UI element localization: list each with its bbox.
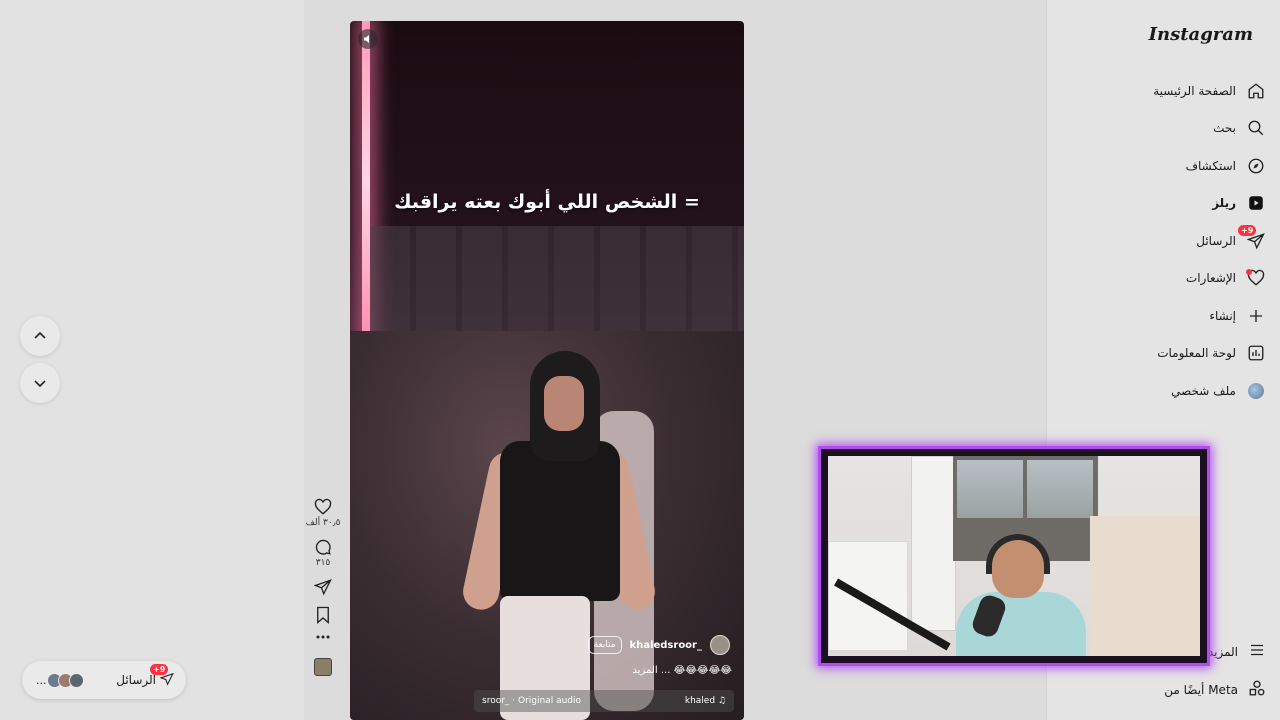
message-avatars: ... bbox=[36, 672, 84, 688]
reels-icon bbox=[1246, 193, 1266, 213]
sidebar-item-meta[interactable]: أيضًا من Meta bbox=[1164, 679, 1266, 700]
instagram-logo[interactable]: Instagram bbox=[1149, 24, 1253, 45]
heart-icon bbox=[314, 498, 332, 515]
sidebar-item-profile[interactable]: ملف شخصي bbox=[1046, 372, 1266, 410]
sidebar-item-search[interactable]: بحث bbox=[1046, 110, 1266, 148]
window-pane bbox=[957, 460, 1023, 518]
compass-icon bbox=[1246, 156, 1266, 176]
chevron-up-icon bbox=[34, 331, 46, 339]
man-face bbox=[544, 376, 584, 431]
like-count: ٣٠٫٥ ألف bbox=[305, 518, 341, 528]
sidebar-item-label: ملف شخصي bbox=[1171, 383, 1236, 398]
sidebar-item-reels[interactable]: ريلز bbox=[1046, 185, 1266, 223]
sidebar-nav: الصفحة الرئيسية بحث استكشاف ريلز الرسائل… bbox=[1046, 72, 1266, 410]
sidebar-item-dashboard[interactable]: لوحة المعلومات bbox=[1046, 335, 1266, 373]
sidebar-item-notifications[interactable]: الإشعارات bbox=[1046, 260, 1266, 298]
menu-icon bbox=[1248, 641, 1266, 662]
messages-pill-badge: +9 bbox=[150, 663, 169, 675]
bed bbox=[1090, 516, 1200, 656]
sound-icon[interactable] bbox=[358, 29, 378, 49]
reel-username[interactable]: khaledsroor_ bbox=[630, 640, 702, 651]
window-pane bbox=[1027, 460, 1093, 518]
webcam-feed bbox=[828, 456, 1200, 656]
save-action[interactable] bbox=[315, 606, 331, 624]
sidebar-item-create[interactable]: إنشاء bbox=[1046, 297, 1266, 335]
webcam-overlay bbox=[818, 446, 1210, 666]
sidebar-item-label: بحث bbox=[1213, 121, 1236, 136]
sidebar-item-home[interactable]: الصفحة الرئيسية bbox=[1046, 72, 1266, 110]
plus-icon bbox=[1246, 306, 1266, 326]
background-building bbox=[370, 226, 744, 346]
profile-avatar bbox=[1246, 381, 1266, 401]
more-action[interactable] bbox=[315, 634, 331, 640]
messages-pill-text: الرسائل bbox=[116, 673, 156, 687]
left-gutter bbox=[0, 0, 304, 720]
reel-video[interactable]: = الشخص اللي أبوك بعته يراقبك متابعة kha… bbox=[350, 21, 744, 720]
avatar bbox=[68, 672, 84, 688]
audio-bar[interactable]: sroor_ · Original audio khaled ♫ bbox=[474, 690, 734, 712]
wardrobe bbox=[911, 456, 956, 631]
sidebar-item-label: الرسائل bbox=[1196, 233, 1236, 248]
sidebar-item-label: أيضًا من Meta bbox=[1164, 682, 1238, 697]
bookmark-icon bbox=[317, 606, 329, 624]
previous-reel-button[interactable] bbox=[20, 316, 60, 356]
more-icon bbox=[316, 635, 330, 639]
messages-icon: +9 bbox=[1238, 224, 1266, 251]
sidebar-item-label: لوحة المعلومات bbox=[1157, 346, 1236, 361]
sidebar-item-messages[interactable]: الرسائل +9 bbox=[1046, 222, 1266, 260]
next-reel-button[interactable] bbox=[20, 363, 60, 403]
messages-icon-wrap: +9 bbox=[150, 663, 174, 689]
dashboard-icon bbox=[1246, 343, 1266, 363]
sidebar-item-label: استكشاف bbox=[1185, 158, 1236, 173]
chevron-down-icon bbox=[34, 380, 46, 388]
owner-avatar[interactable] bbox=[710, 635, 730, 655]
audio-thumbnail[interactable] bbox=[314, 658, 332, 676]
audio-title: sroor_ · Original audio bbox=[482, 696, 582, 706]
streamer bbox=[956, 534, 1086, 656]
sidebar-item-label: ريلز bbox=[1212, 196, 1236, 211]
sidebar-item-label: الإشعارات bbox=[1185, 271, 1236, 286]
sidebar-item-explore[interactable]: استكشاف bbox=[1046, 147, 1266, 185]
messages-pill-label: الرسائل +9 bbox=[116, 663, 174, 689]
more-indicator: ... bbox=[36, 673, 47, 687]
messages-badge: +9 bbox=[1238, 224, 1257, 236]
share-action[interactable] bbox=[314, 578, 332, 596]
sidebar-item-more[interactable]: المزيد bbox=[1208, 641, 1266, 662]
light-pole bbox=[362, 21, 370, 341]
messages-pill[interactable]: ... الرسائل +9 bbox=[22, 661, 186, 699]
comment-action[interactable]: ٣١٥ bbox=[314, 538, 332, 568]
search-icon bbox=[1246, 118, 1266, 138]
heart-icon bbox=[1246, 268, 1266, 288]
follow-button[interactable]: متابعة bbox=[587, 636, 622, 654]
send-icon bbox=[314, 579, 332, 596]
reel-actions: ٣٠٫٥ ألف ٣١٥ bbox=[304, 498, 342, 676]
sidebar-item-label: المزيد bbox=[1207, 644, 1238, 659]
reel-caption[interactable]: 😂😂😂😂😂 ... المزيد bbox=[633, 665, 732, 676]
comment-count: ٣١٥ bbox=[315, 558, 331, 568]
like-action[interactable]: ٣٠٫٥ ألف bbox=[305, 498, 341, 528]
audio-artist: khaled ♫ bbox=[684, 696, 726, 706]
reel-owner: متابعة khaledsroor_ bbox=[587, 635, 730, 655]
headphones bbox=[986, 534, 1050, 574]
comment-icon bbox=[315, 539, 331, 555]
sidebar-item-label: إنشاء bbox=[1209, 308, 1236, 323]
meta-apps-icon bbox=[1248, 679, 1266, 700]
reel-overlay-text: = الشخص اللي أبوك بعته يراقبك bbox=[394, 191, 700, 213]
speaker-icon bbox=[364, 35, 369, 43]
man-body bbox=[500, 441, 620, 601]
home-icon bbox=[1246, 81, 1266, 101]
sidebar-item-label: الصفحة الرئيسية bbox=[1153, 83, 1236, 98]
